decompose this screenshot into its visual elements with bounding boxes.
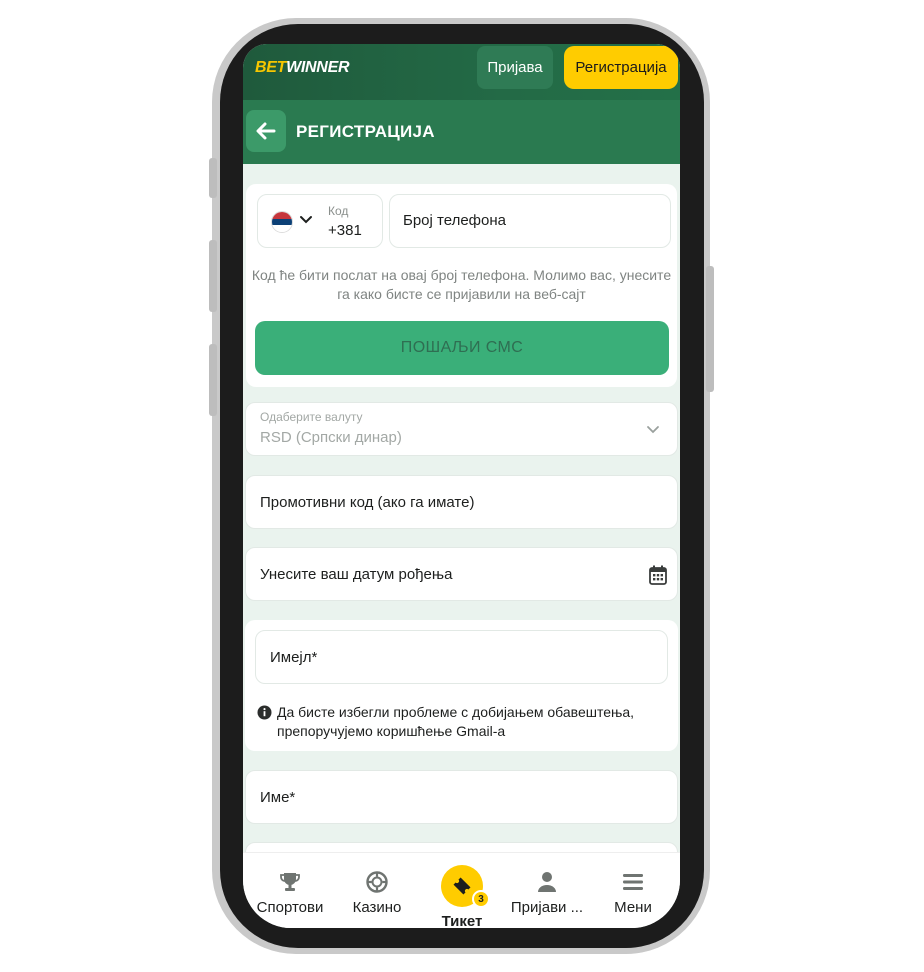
info-icon (257, 705, 272, 720)
back-button[interactable] (246, 110, 286, 152)
phone-verification-card: Код +381 Број телефона Код ће бити посла… (246, 184, 677, 387)
app-screen: BETWINNER Пријава Регистрација РЕГИСТРАЦ… (243, 44, 680, 928)
chevron-down-icon (300, 216, 312, 224)
currency-select[interactable]: Одаберите валуту RSD (Српски динар) (245, 402, 678, 456)
trophy-icon (280, 873, 300, 891)
nav-menu-label: Мени (614, 899, 652, 916)
email-info-text: Да бисте избегли проблеме с добијањем об… (277, 704, 635, 739)
nav-ticket-label: Тикет (441, 913, 483, 928)
nav-sports[interactable]: Спортови (248, 871, 332, 916)
country-code-value: +381 (328, 222, 362, 239)
send-sms-button[interactable]: ПОШАЉИ СМС (255, 321, 669, 375)
serbia-flag-icon (271, 211, 293, 233)
country-code-selector[interactable]: Код +381 (257, 194, 383, 248)
birth-date-placeholder: Унесите ваш датум рођења (260, 566, 453, 583)
nav-sports-label: Спортови (256, 899, 324, 916)
chevron-down-icon (647, 426, 659, 434)
email-placeholder: Имејл* (270, 649, 318, 666)
phone-mute-switch (209, 158, 217, 198)
bottom-navigation: Спортови Казино 3 Тикет Пријави ... Мени (243, 852, 680, 928)
nav-login[interactable]: Пријави ... (505, 871, 589, 916)
page-header: РЕГИСТРАЦИЈА (243, 100, 680, 164)
nav-login-label: Пријави ... (510, 899, 584, 916)
birth-date-input[interactable]: Унесите ваш датум рођења (245, 547, 678, 601)
email-input[interactable]: Имејл* (255, 630, 668, 684)
currency-label: Одаберите валуту (260, 410, 363, 424)
top-bar: BETWINNER Пријава Регистрација (243, 44, 680, 100)
phone-volume-up (209, 240, 217, 312)
phone-number-placeholder: Број телефона (403, 212, 506, 229)
currency-value: RSD (Српски динар) (260, 429, 402, 446)
page-title: РЕГИСТРАЦИЈА (296, 122, 435, 141)
promo-code-input[interactable]: Промотивни код (ако га имате) (245, 475, 678, 529)
sms-info-text: Код ће бити послат на овај број телефона… (251, 267, 672, 302)
login-button[interactable]: Пријава (477, 46, 553, 89)
user-icon (538, 872, 556, 892)
calendar-icon[interactable] (649, 565, 667, 585)
nav-casino-label: Казино (352, 899, 402, 916)
hamburger-menu-icon (623, 874, 643, 890)
country-code-label: Код (328, 204, 349, 218)
nav-casino[interactable]: Казино (335, 871, 419, 916)
arrow-left-icon (256, 122, 276, 140)
phone-volume-down (209, 344, 217, 416)
betwinner-logo[interactable]: BETWINNER (255, 59, 350, 77)
email-card: Имејл* Да бисте избегли проблеме с добиј… (245, 620, 678, 751)
ticket-count-badge: 3 (472, 890, 490, 908)
casino-chip-icon (366, 871, 388, 893)
first-name-input[interactable]: Име* (245, 770, 678, 824)
phone-power-button (706, 266, 714, 392)
first-name-placeholder: Име* (260, 789, 296, 806)
phone-number-input[interactable]: Број телефона (389, 194, 671, 248)
promo-code-placeholder: Промотивни код (ако га имате) (260, 494, 475, 511)
register-button[interactable]: Регистрација (564, 46, 678, 89)
nav-menu[interactable]: Мени (591, 871, 675, 916)
